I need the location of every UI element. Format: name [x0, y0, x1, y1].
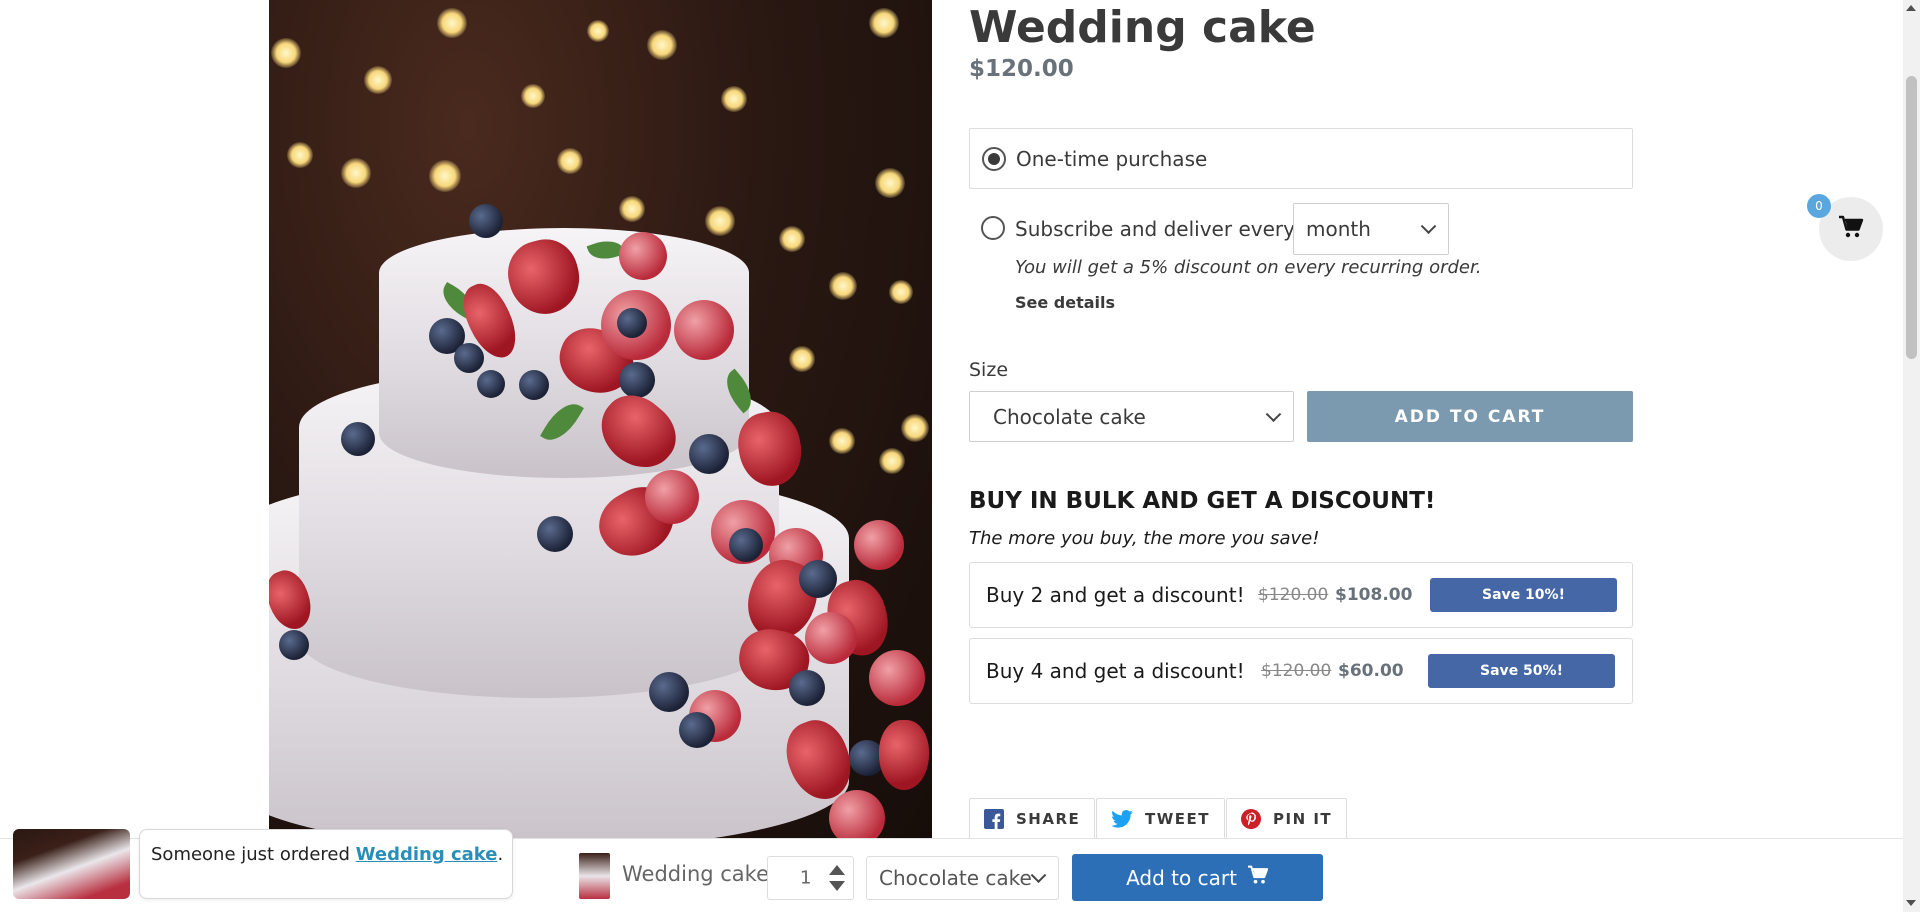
share-facebook-button[interactable]: SHARE [969, 798, 1096, 840]
bulk-new-price: $60.00 [1338, 661, 1404, 681]
size-value: Chocolate cake [993, 404, 1146, 429]
recent-order-notification[interactable]: Someone just ordered Wedding cake. [139, 829, 513, 899]
chevron-down-icon [1030, 867, 1047, 884]
cart-icon [1838, 215, 1864, 243]
bulk-tier-row[interactable]: Buy 2 and get a discount! $120.00 $108.0… [969, 562, 1633, 628]
share-pinterest-button[interactable]: PIN IT [1226, 798, 1348, 840]
pin-label: PIN IT [1273, 810, 1333, 828]
twitter-icon [1111, 810, 1133, 828]
notification-product-link[interactable]: Wedding cake [356, 844, 498, 865]
save-10-button[interactable]: Save 10%! [1430, 578, 1617, 612]
size-label: Size [969, 359, 1009, 381]
sticky-add-to-cart-button[interactable]: Add to cart [1072, 854, 1323, 901]
bulk-old-price: $120.00 [1261, 661, 1332, 681]
sticky-product-name: Wedding cake [622, 862, 770, 886]
one-time-label: One-time purchase [1016, 147, 1208, 171]
cart-icon [1247, 865, 1269, 890]
notification-suffix: . [497, 844, 504, 865]
chevron-down-icon [1420, 218, 1437, 235]
product-price: $120.00 [969, 56, 1074, 82]
bulk-new-price: $108.00 [1335, 585, 1413, 605]
sticky-product-thumbnail [579, 853, 610, 899]
sticky-variant-select[interactable]: Chocolate cake [866, 856, 1059, 900]
subscription-discount-note: You will get a 5% discount on every recu… [1015, 257, 1482, 278]
notification-prefix: Someone just ordered [151, 844, 356, 865]
facebook-icon [984, 809, 1004, 829]
bulk-discount-title: BUY IN BULK AND GET A DISCOUNT! [969, 488, 1436, 514]
scrollbar-thumb[interactable] [1906, 76, 1917, 359]
frequency-select[interactable]: month [1293, 203, 1449, 255]
see-details-link[interactable]: See details [1015, 293, 1115, 312]
sticky-add-label: Add to cart [1126, 865, 1237, 890]
notification-product-image[interactable] [13, 829, 130, 899]
bulk-tier-text: Buy 2 and get a discount! [986, 583, 1245, 607]
subscribe-label: Subscribe and deliver every [1015, 217, 1295, 241]
save-50-button[interactable]: Save 50%! [1428, 654, 1615, 688]
quantity-stepper[interactable]: 1 [767, 856, 854, 900]
quantity-value: 1 [800, 867, 812, 889]
subscribe-radio[interactable] [981, 216, 1005, 240]
product-image[interactable] [269, 0, 932, 840]
add-to-cart-button[interactable]: ADD TO CART [1307, 391, 1633, 442]
tweet-label: TWEET [1145, 810, 1211, 828]
bulk-tier-text: Buy 4 and get a discount! [986, 659, 1245, 683]
one-time-purchase-option[interactable]: One-time purchase [969, 128, 1633, 189]
frequency-value: month [1306, 217, 1371, 241]
bulk-discount-subtitle: The more you buy, the more you save! [969, 528, 1320, 549]
decrement-arrow-icon[interactable] [829, 881, 845, 891]
share-twitter-button[interactable]: TWEET [1096, 798, 1226, 840]
scroll-down-arrow[interactable] [1906, 900, 1916, 906]
one-time-radio[interactable] [982, 147, 1006, 171]
size-select[interactable]: Chocolate cake [969, 391, 1294, 442]
cart-count-badge: 0 [1807, 194, 1831, 218]
pinterest-icon [1241, 809, 1261, 829]
bulk-old-price: $120.00 [1258, 585, 1329, 605]
scroll-up-arrow[interactable] [1906, 5, 1916, 11]
product-title: Wedding cake [969, 2, 1316, 53]
share-label: SHARE [1016, 810, 1081, 828]
sticky-variant-value: Chocolate cake [879, 866, 1032, 890]
bulk-tier-row[interactable]: Buy 4 and get a discount! $120.00 $60.00… [969, 638, 1633, 704]
notification-text: Someone just ordered Wedding cake. [151, 844, 503, 865]
chevron-down-icon [1265, 405, 1282, 422]
increment-arrow-icon[interactable] [829, 865, 845, 875]
